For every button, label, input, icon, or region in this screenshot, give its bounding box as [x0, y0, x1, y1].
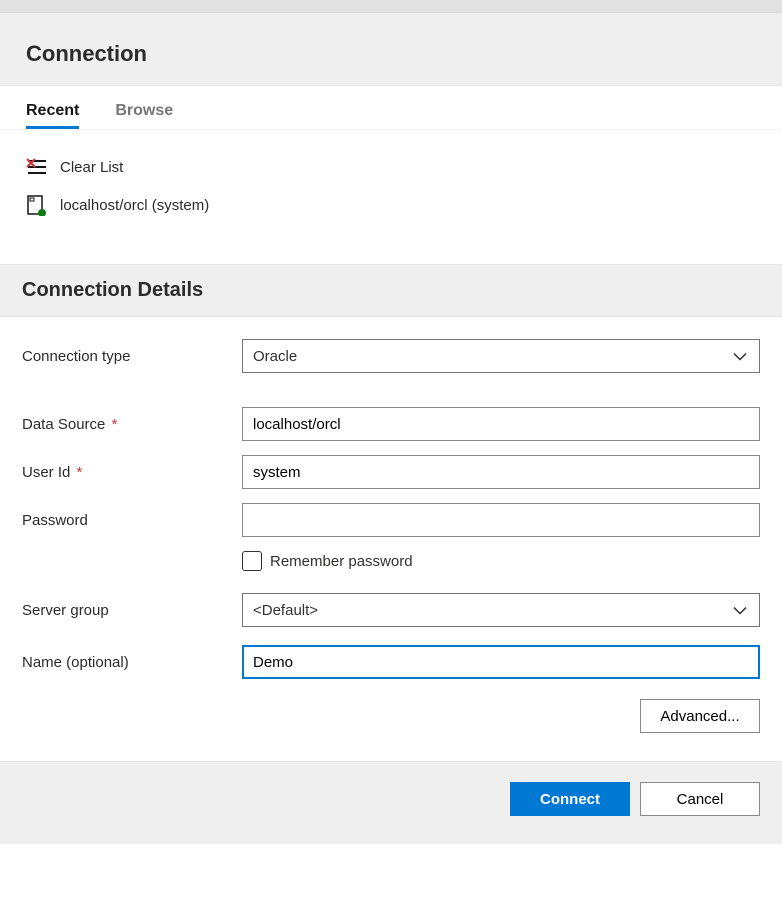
input-password[interactable]: [242, 503, 760, 537]
label-user-id-text: User Id: [22, 464, 70, 481]
connect-button[interactable]: Connect: [510, 782, 630, 816]
server-icon: [26, 194, 48, 216]
details-title: Connection Details: [22, 279, 760, 302]
label-name: Name (optional): [22, 654, 242, 671]
tab-browse[interactable]: Browse: [115, 102, 173, 129]
required-mark: *: [77, 464, 83, 481]
select-connection-type[interactable]: Oracle: [242, 339, 760, 373]
label-user-id: User Id *: [22, 464, 242, 481]
label-password: Password: [22, 512, 242, 529]
dialog-title: Connection: [26, 41, 756, 67]
tab-bar: Recent Browse: [0, 86, 782, 130]
label-server-group: Server group: [22, 602, 242, 619]
required-mark: *: [112, 416, 118, 433]
clear-list-label: Clear List: [60, 159, 123, 176]
recent-panel: Clear List localhost/orcl (system): [0, 130, 782, 264]
label-connection-type: Connection type: [22, 348, 242, 365]
input-name[interactable]: [242, 645, 760, 679]
clear-list-button[interactable]: Clear List: [26, 148, 756, 186]
chevron-down-icon: [733, 602, 747, 619]
label-data-source: Data Source *: [22, 416, 242, 433]
cancel-button[interactable]: Cancel: [640, 782, 760, 816]
select-server-group[interactable]: <Default>: [242, 593, 760, 627]
input-user-id[interactable]: [242, 455, 760, 489]
window-top-strip: [0, 0, 782, 12]
input-data-source[interactable]: [242, 407, 760, 441]
details-form: Connection type Oracle Data Source * Use…: [0, 317, 782, 761]
select-connection-type-value: Oracle: [253, 348, 297, 365]
recent-connection-item[interactable]: localhost/orcl (system): [26, 186, 756, 224]
recent-connection-label: localhost/orcl (system): [60, 197, 209, 214]
chevron-down-icon: [733, 348, 747, 365]
dialog-footer: Connect Cancel: [0, 761, 782, 844]
checkbox-remember-password[interactable]: [242, 551, 262, 571]
advanced-button[interactable]: Advanced...: [640, 699, 760, 733]
details-header: Connection Details: [0, 264, 782, 317]
dialog-header: Connection: [0, 12, 782, 86]
label-data-source-text: Data Source: [22, 416, 105, 433]
label-remember-password: Remember password: [270, 553, 413, 570]
select-server-group-value: <Default>: [253, 602, 318, 619]
tab-recent[interactable]: Recent: [26, 102, 79, 129]
clear-list-icon: [26, 156, 48, 178]
